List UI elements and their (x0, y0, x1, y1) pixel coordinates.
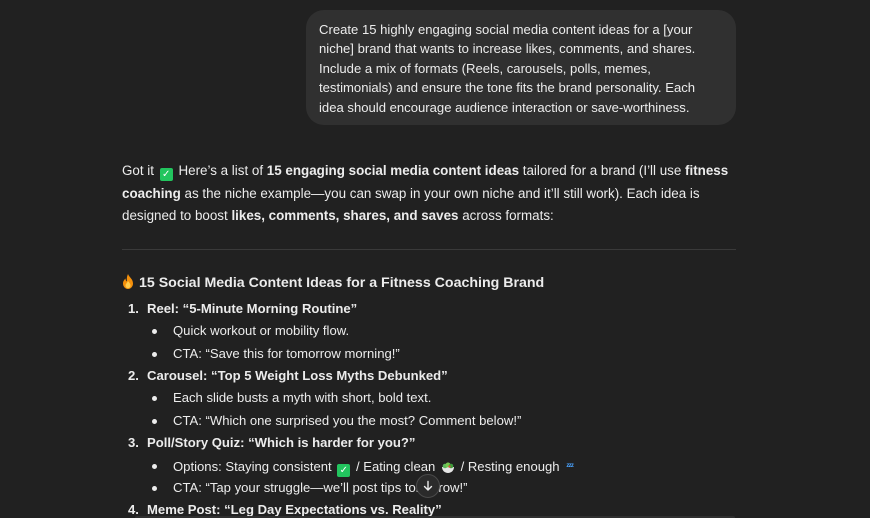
sub-item-options: Options: Staying consistent ✓ / Eating c… (173, 455, 574, 478)
item-number: 1. (128, 301, 139, 316)
intro-text-1: Got it (122, 163, 154, 178)
bullet (152, 419, 157, 424)
user-message-bubble: Create 15 highly engaging social media c… (306, 10, 736, 125)
section-heading-text: 15 Social Media Content Ideas for a Fitn… (139, 275, 545, 291)
chat-page: Create 15 highly engaging social media c… (0, 0, 870, 518)
item-title: Poll/Story Quiz: “Which is harder for yo… (147, 435, 416, 450)
intro-bold-3: likes, comments, shares, and saves (231, 208, 459, 224)
intro-bold-1: 15 engaging social media content ideas (266, 163, 520, 178)
item-number: 3. (128, 435, 139, 450)
check-icon: ✓ (159, 168, 173, 181)
option-text-2: / Eating clean (352, 459, 436, 474)
divider (122, 249, 736, 250)
user-message-text: Create 15 highly engaging social media c… (319, 22, 696, 115)
intro-text-3: tailored for a brand (I’ll use (519, 163, 686, 178)
fire-icon (123, 274, 133, 289)
sub-item-text: Quick workout or mobility flow. (173, 323, 350, 338)
section-heading: 15 Social Media Content Ideas for a Fitn… (122, 274, 544, 291)
scroll-to-bottom-button[interactable] (416, 474, 440, 498)
bullet (152, 486, 157, 491)
item-number: 2. (128, 368, 139, 383)
bullet (152, 352, 157, 357)
bullet (152, 464, 157, 469)
sub-item-text: Each slide busts a myth with short, bold… (173, 390, 432, 405)
option-text-3: / Resting enough (456, 459, 560, 474)
item-title: Reel: “5-Minute Morning Routine” (147, 301, 358, 316)
zzz-icon: ᶻᶻᶻ (566, 461, 574, 471)
sub-item-text: CTA: “Which one surprised you the most? … (173, 413, 522, 428)
intro-text-2: Here’s a list of (174, 163, 267, 178)
salad-icon (441, 462, 454, 473)
arrow-down-icon (423, 480, 433, 491)
bullet (152, 329, 157, 334)
bullet (152, 396, 157, 401)
sub-item-text: CTA: “Save this for tomorrow morning!” (173, 346, 400, 361)
response-intro: Got it ✓ Here’s a list of 15 engaging so… (122, 160, 740, 228)
item-title: Carousel: “Top 5 Weight Loss Myths Debun… (147, 368, 448, 383)
check-icon: ✓ (337, 464, 351, 477)
intro-text-5: across formats: (458, 208, 554, 224)
option-text-1: Options: Staying consistent (173, 459, 332, 474)
